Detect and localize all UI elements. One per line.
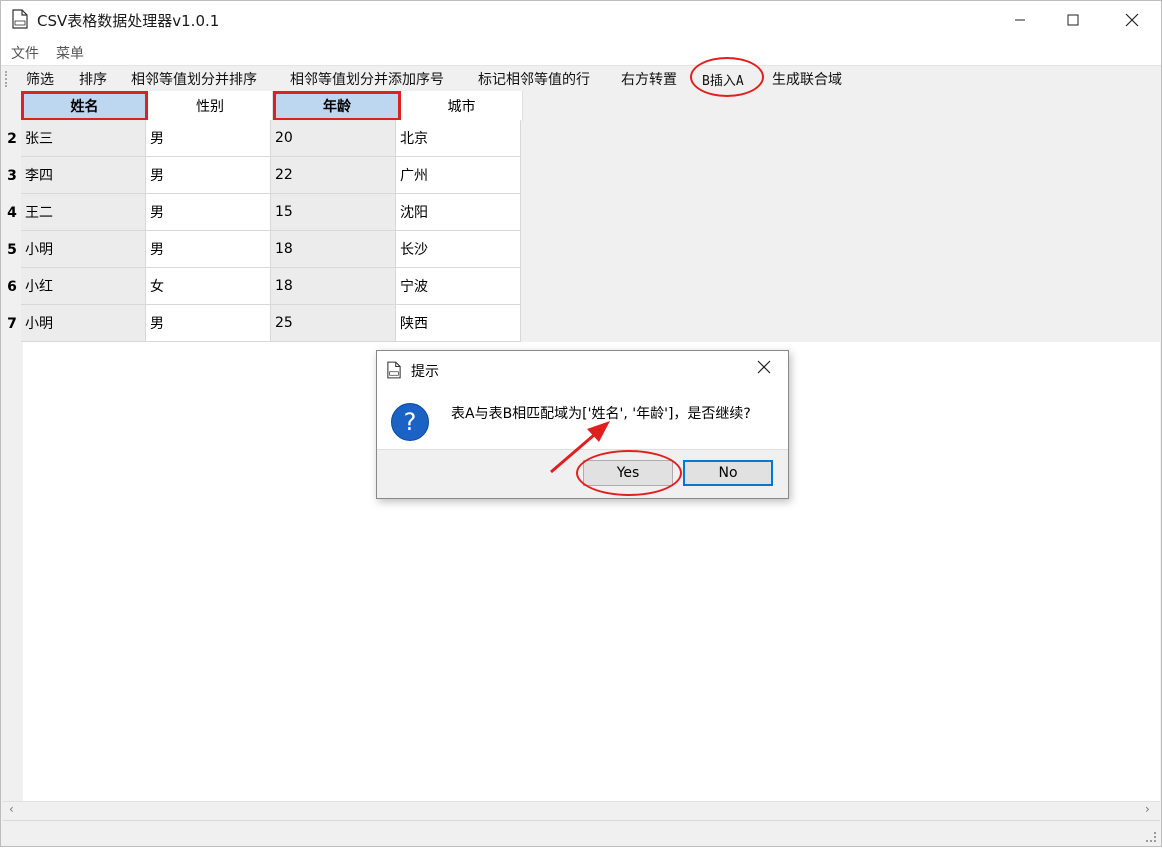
toolbar: 筛选 排序 相邻等值划分并排序 相邻等值划分并添加序号 标记相邻等值的行 右方转… [1,65,1161,91]
row-number: 7 [7,316,17,332]
tool-sort[interactable]: 排序 [79,69,107,89]
minimize-icon [1015,19,1025,21]
title-bar: CSV表格数据处理器v1.0.1 [1,1,1161,39]
column-header-gender[interactable]: 性别 [148,91,273,121]
dialog-message: 表A与表B相匹配域为['姓名', '年龄']，是否继续? [451,406,751,422]
row-number: 3 [7,168,17,184]
table-cell[interactable]: 18 [271,231,396,268]
no-button[interactable]: No [683,460,773,486]
column-header-name[interactable]: 姓名 [21,91,148,121]
table-cell[interactable]: 小明 [21,231,146,268]
annotation-ellipse [576,450,682,496]
menu-bar: 文件 菜单 [1,39,1161,65]
table-cell[interactable]: 18 [271,268,396,305]
row-number: 6 [7,279,17,295]
table-cell[interactable]: 陕西 [396,305,521,342]
row-number: 5 [7,242,17,258]
table-cell[interactable]: 李四 [21,157,146,194]
csv-file-icon [387,361,401,379]
table-cell[interactable]: 男 [146,194,271,231]
table-cell[interactable]: 男 [146,231,271,268]
table-cell[interactable]: 15 [271,194,396,231]
scroll-left-icon[interactable]: ‹ [9,802,14,816]
table-cell[interactable]: 张三 [21,120,146,157]
row-number: 4 [7,205,17,221]
table-cell[interactable]: 北京 [396,120,521,157]
table-cell[interactable]: 长沙 [396,231,521,268]
table-cell[interactable]: 沈阳 [396,194,521,231]
status-bar [3,820,1160,846]
tool-union-domain[interactable]: 生成联合域 [772,69,842,89]
tool-group-sort[interactable]: 相邻等值划分并排序 [131,69,257,89]
table-cell[interactable]: 小红 [21,268,146,305]
close-icon [757,360,771,374]
column-header-age[interactable]: 年龄 [273,91,401,121]
table-cell[interactable]: 25 [271,305,396,342]
maximize-icon [1067,14,1079,26]
maximize-button[interactable] [1050,1,1096,39]
table-cell[interactable]: 男 [146,305,271,342]
tool-filter[interactable]: 筛选 [26,69,54,89]
tool-transpose-right[interactable]: 右方转置 [621,69,677,89]
table-cell[interactable]: 男 [146,120,271,157]
table-cell[interactable]: 男 [146,157,271,194]
close-button[interactable] [1109,1,1155,39]
menu-file[interactable]: 文件 [11,43,39,63]
annotation-ellipse [690,57,764,97]
dialog-title: 提示 [411,364,439,380]
table-cell[interactable]: 小明 [21,305,146,342]
question-icon: ? [391,403,429,441]
toolbar-grip[interactable] [5,71,8,87]
close-icon [1125,13,1139,27]
resize-grip-icon[interactable] [1146,832,1156,842]
window-title: CSV表格数据处理器v1.0.1 [37,12,220,30]
table-cell[interactable]: 20 [271,120,396,157]
csv-file-icon [12,9,28,29]
app-window: CSV表格数据处理器v1.0.1 文件 菜单 筛选 排序 相邻等值划分并排序 相… [0,0,1162,847]
tool-group-number[interactable]: 相邻等值划分并添加序号 [290,69,444,89]
table-cell[interactable]: 王二 [21,194,146,231]
minimize-button[interactable] [997,1,1043,39]
table-cell[interactable]: 广州 [396,157,521,194]
dialog-close-button[interactable] [757,359,771,378]
menu-menu[interactable]: 菜单 [56,43,84,63]
tool-mark-rows[interactable]: 标记相邻等值的行 [478,69,590,89]
table-cell[interactable]: 宁波 [396,268,521,305]
table-cell[interactable]: 22 [271,157,396,194]
horizontal-scrollbar[interactable]: ‹ › [3,801,1160,819]
scroll-right-icon[interactable]: › [1145,802,1150,816]
row-number: 2 [7,131,17,147]
table-cell[interactable]: 女 [146,268,271,305]
column-header-city[interactable]: 城市 [401,91,523,121]
